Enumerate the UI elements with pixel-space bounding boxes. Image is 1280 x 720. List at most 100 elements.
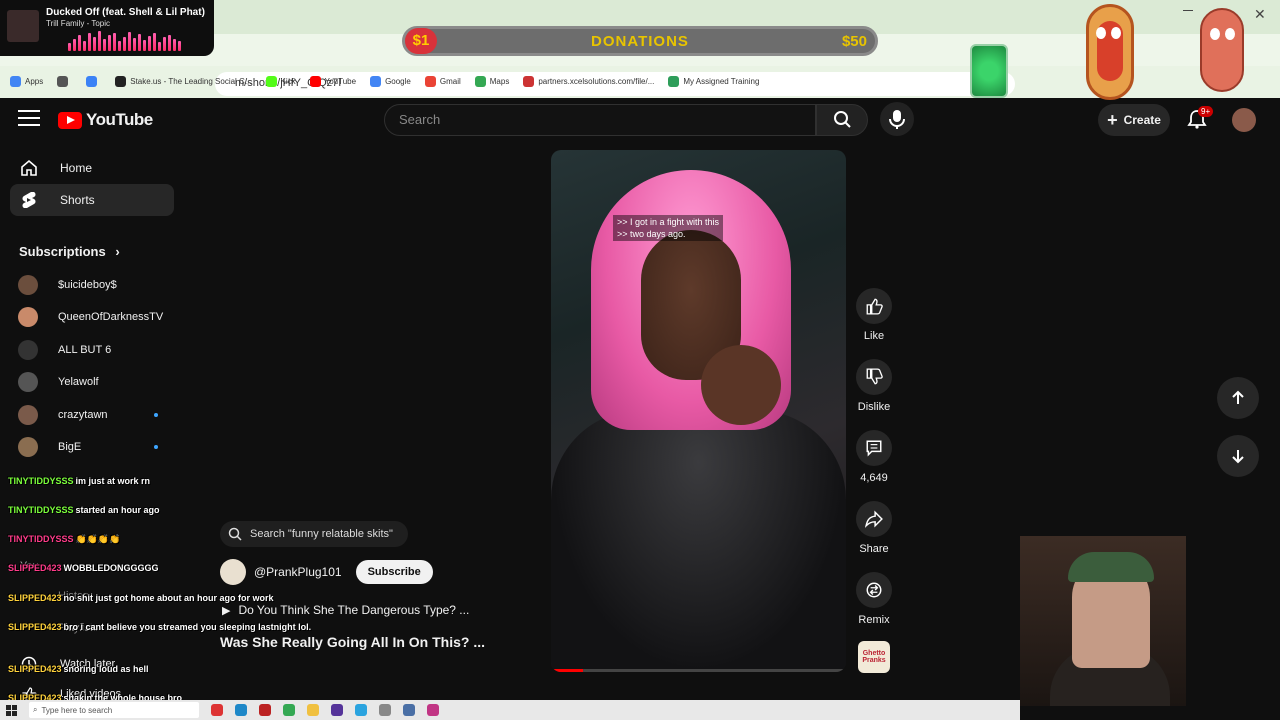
- bookmark-item[interactable]: Google: [370, 75, 411, 87]
- account-avatar[interactable]: [1232, 108, 1256, 132]
- progress-fill: [551, 669, 584, 672]
- bookmark-icon: [523, 75, 535, 87]
- sidebar-item-home[interactable]: Home: [10, 152, 174, 184]
- short-video-player[interactable]: >> I got in a fight with this >> two day…: [551, 150, 846, 672]
- plus-icon: +: [1107, 110, 1118, 130]
- bookmark-item[interactable]: [86, 75, 101, 87]
- channel-avatar[interactable]: [220, 559, 246, 585]
- like-button[interactable]: Like: [852, 288, 896, 342]
- now-playing-title: Ducked Off (feat. Shell & Lil Phat): [46, 7, 205, 18]
- comments-button[interactable]: 4,649: [852, 430, 896, 484]
- bookmark-item[interactable]: [57, 75, 72, 87]
- chat-username: SLIPPED423: [8, 563, 62, 573]
- chat-message: SLIPPED423 snoring loud as hell: [8, 664, 149, 674]
- youtube-logo[interactable]: YouTube: [58, 110, 153, 130]
- video-progress-bar[interactable]: [551, 669, 846, 672]
- chat-text: im just at work rn: [75, 476, 151, 486]
- close-icon[interactable]: ✕: [1254, 6, 1266, 23]
- taskbar-edge-icon[interactable]: [235, 704, 247, 716]
- channel-avatar: [18, 437, 38, 457]
- taskbar-obs-icon[interactable]: [331, 704, 343, 716]
- create-button[interactable]: + Create: [1098, 104, 1170, 136]
- subscription-item[interactable]: crazytawn: [18, 402, 168, 428]
- voice-search-button[interactable]: [880, 102, 914, 136]
- bookmark-icon: [668, 75, 680, 87]
- new-content-dot: [154, 445, 158, 449]
- menu-icon[interactable]: [18, 110, 40, 128]
- taskbar-telegram-icon[interactable]: [355, 704, 367, 716]
- chat-message: TINYTIDDYSSS im just at work rn: [8, 476, 150, 486]
- chat-message: SLIPPED423 WOBBLEDONGGGGG: [8, 563, 159, 573]
- bookmark-icon: [370, 75, 382, 87]
- bookmark-item[interactable]: Gmail: [424, 75, 461, 87]
- previous-short-button[interactable]: [1217, 377, 1259, 419]
- like-label: Like: [863, 330, 885, 342]
- sidebar-item-shorts[interactable]: Shorts: [10, 184, 174, 216]
- search-input[interactable]: Search: [384, 104, 816, 136]
- subscription-name: crazytawn: [58, 408, 108, 421]
- minimize-icon[interactable]: [1183, 10, 1193, 11]
- bookmark-item[interactable]: Maps: [474, 75, 509, 87]
- sidebar-item-label: Shorts: [60, 193, 95, 207]
- bookmark-icon: [424, 75, 436, 87]
- channel-name[interactable]: @PrankPlug101: [254, 565, 342, 579]
- related-search-chip[interactable]: Search "funny relatable skits": [220, 521, 408, 547]
- chat-text: WOBBLEDONGGGGG: [63, 563, 159, 573]
- subscription-name: BigE: [58, 441, 82, 453]
- subscribe-button[interactable]: Subscribe: [355, 560, 433, 584]
- subscription-item[interactable]: BigE: [18, 434, 168, 460]
- bookmark-item[interactable]: partners.xcelsolutions.com/file/...: [523, 75, 654, 87]
- create-label: Create: [1123, 113, 1161, 127]
- share-button[interactable]: Share: [852, 501, 896, 555]
- taskbar-chrome-icon[interactable]: [283, 704, 295, 716]
- bookmark-item[interactable]: Apps: [10, 75, 43, 87]
- subscription-item[interactable]: QueenOfDarknessTV: [18, 304, 168, 330]
- short-title: Was She Really Going All In On This? ...: [220, 634, 485, 650]
- taskbar-app-icon[interactable]: [379, 704, 391, 716]
- taskbar-search-input[interactable]: ⌕ Type here to search: [29, 702, 199, 718]
- bookmark-item[interactable]: YouTube: [309, 75, 356, 87]
- taskbar-app-icon[interactable]: [403, 704, 415, 716]
- subscription-item[interactable]: Yelawolf: [18, 369, 168, 395]
- taskbar-instagram-icon[interactable]: [427, 704, 439, 716]
- chevron-right-icon: ›: [115, 244, 120, 259]
- subscription-name: Yelawolf: [58, 376, 99, 389]
- remix-button[interactable]: Remix: [852, 572, 896, 626]
- audio-visualizer: [68, 31, 188, 51]
- bookmark-item[interactable]: Kick: [265, 75, 296, 87]
- next-short-button[interactable]: [1217, 435, 1259, 477]
- jar-icon: [970, 44, 1008, 98]
- search-button[interactable]: [816, 104, 868, 136]
- windows-start-icon[interactable]: [6, 704, 17, 716]
- share-label: Share: [859, 543, 889, 555]
- dislike-button[interactable]: Dislike: [852, 359, 896, 413]
- donation-max: $50: [841, 33, 867, 50]
- subscription-item[interactable]: ALL BUT 6: [18, 337, 168, 363]
- play-icon: ▶: [222, 604, 231, 617]
- bookmark-item[interactable]: Stake.us - The Leading Social C...: [115, 75, 252, 87]
- chat-username: SLIPPED423: [8, 622, 62, 632]
- channel-avatar: [18, 339, 38, 360]
- sausage-mascot-icon: [1200, 8, 1244, 92]
- donation-label: DONATIONS: [591, 33, 689, 50]
- linked-video[interactable]: ▶ Do You Think She The Dangerous Type? .…: [222, 603, 469, 617]
- subscription-item[interactable]: $uicideboy$: [18, 272, 168, 298]
- channel-thumbnail[interactable]: Ghetto Pranks: [858, 641, 890, 673]
- sidebar-item-label: Home: [60, 161, 93, 175]
- taskbar-folder-icon[interactable]: [307, 704, 319, 716]
- subscriptions-heading[interactable]: Subscriptions ›: [19, 244, 120, 259]
- channel-avatar: [18, 404, 38, 425]
- taskbar-app-icon[interactable]: [211, 704, 223, 716]
- youtube-header: YouTube Search + Create 9+: [0, 98, 1280, 142]
- taskbar-app-icon[interactable]: [259, 704, 271, 716]
- share-icon: [856, 501, 892, 537]
- webcam-overlay: [1020, 536, 1186, 706]
- chat-text: snoring loud as hell: [63, 664, 149, 674]
- bookmark-icon: [86, 75, 98, 87]
- comment-icon: [856, 430, 892, 466]
- subscription-name: $uicideboy$: [58, 279, 117, 291]
- bookmark-item[interactable]: My Assigned Training: [668, 75, 759, 87]
- now-playing-widget: Ducked Off (feat. Shell & Lil Phat) Tril…: [0, 0, 214, 56]
- logo-text: YouTube: [86, 110, 153, 129]
- remix-label: Remix: [858, 614, 890, 626]
